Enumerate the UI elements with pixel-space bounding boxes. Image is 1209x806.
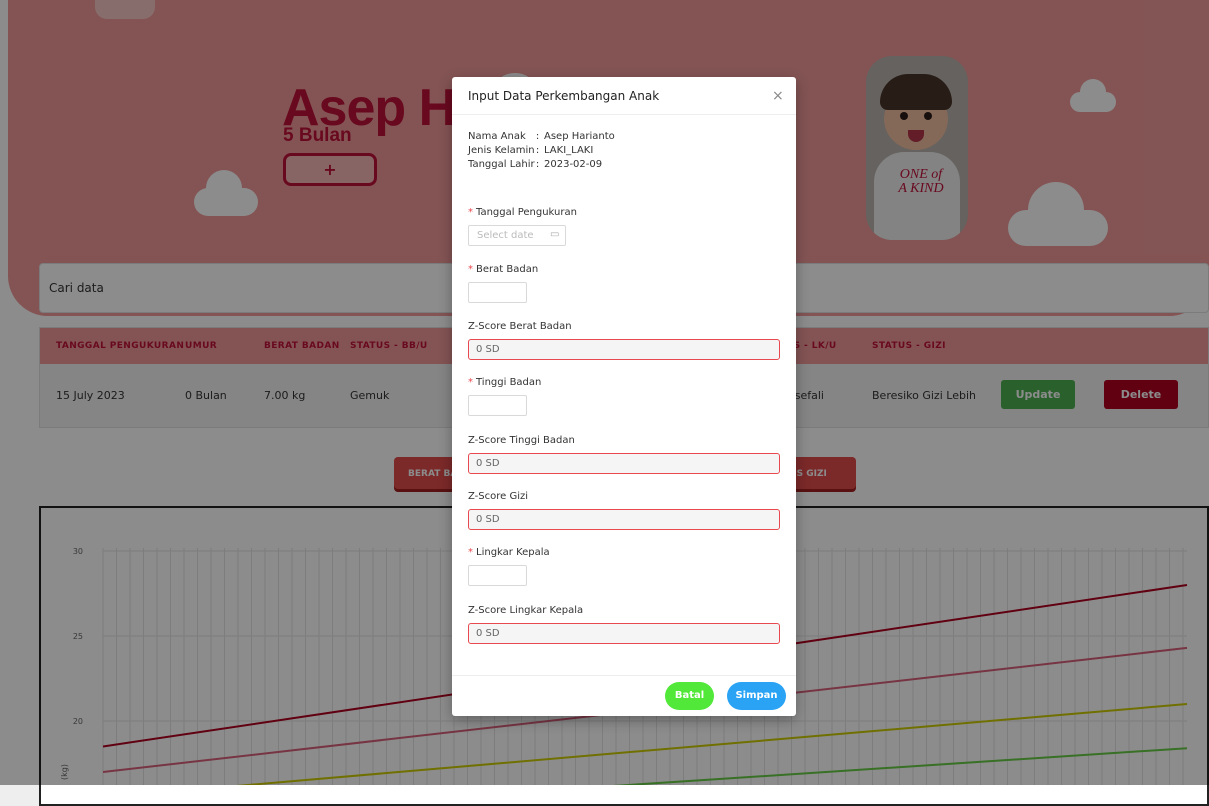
lingkar-label: Lingkar Kepala <box>476 547 550 558</box>
info-value: LAKI_LAKI <box>544 145 594 156</box>
divider <box>452 114 796 115</box>
simpan-button[interactable]: Simpan <box>727 682 786 710</box>
z-score-value: 0 SD <box>476 458 500 469</box>
modal-title: Input Data Perkembangan Anak <box>468 89 660 103</box>
z-score-berat-field: 0 SD <box>468 339 780 360</box>
field-label: * Lingkar Kepala <box>468 547 550 558</box>
field-label: * Tanggal Pengukuran <box>468 207 577 218</box>
info-row: Jenis Kelamin: LAKI_LAKI <box>468 145 593 156</box>
info-row: Tanggal Lahir: 2023-02-09 <box>468 159 602 170</box>
z-score-value: 0 SD <box>476 514 500 525</box>
info-value: Asep Harianto <box>544 131 615 142</box>
tanggal-label: Tanggal Pengukuran <box>476 207 577 218</box>
info-key: Jenis Kelamin <box>468 145 535 156</box>
z-score-value: 0 SD <box>476 344 500 355</box>
tinggi-label: Tinggi Badan <box>476 377 542 388</box>
field-label: * Berat Badan <box>468 264 538 275</box>
field-label: Z-Score Gizi <box>468 491 529 502</box>
close-icon[interactable]: × <box>772 88 784 104</box>
required-mark: * <box>468 377 473 388</box>
required-mark: * <box>468 547 473 558</box>
field-label: * Tinggi Badan <box>468 377 541 388</box>
z-score-value: 0 SD <box>476 628 500 639</box>
info-key: Tanggal Lahir <box>468 159 535 170</box>
z-score-gizi-field: 0 SD <box>468 509 780 530</box>
field-label: Z-Score Berat Badan <box>468 321 572 332</box>
lingkar-kepala-input[interactable] <box>468 565 527 586</box>
info-row: Nama Anak: Asep Harianto <box>468 131 615 142</box>
batal-button[interactable]: Batal <box>665 682 714 710</box>
berat-label: Berat Badan <box>476 264 539 275</box>
z-score-tinggi-field: 0 SD <box>468 453 780 474</box>
date-picker-input[interactable]: Select date ▭ <box>468 225 566 246</box>
required-mark: * <box>468 207 473 218</box>
berat-badan-input[interactable] <box>468 282 527 303</box>
date-placeholder: Select date <box>477 230 534 241</box>
field-label: Z-Score Lingkar Kepala <box>468 605 584 616</box>
info-value: 2023-02-09 <box>544 159 603 170</box>
info-colon: : <box>535 131 540 142</box>
calendar-icon: ▭ <box>550 229 560 240</box>
info-colon: : <box>535 145 540 156</box>
tinggi-badan-input[interactable] <box>468 395 527 416</box>
required-mark: * <box>468 264 473 275</box>
z-score-lingkar-field: 0 SD <box>468 623 780 644</box>
divider <box>452 675 796 676</box>
field-label: Z-Score Tinggi Badan <box>468 435 575 446</box>
input-modal: Input Data Perkembangan Anak × Nama Anak… <box>452 77 796 716</box>
info-colon: : <box>535 159 540 170</box>
info-key: Nama Anak <box>468 131 526 142</box>
